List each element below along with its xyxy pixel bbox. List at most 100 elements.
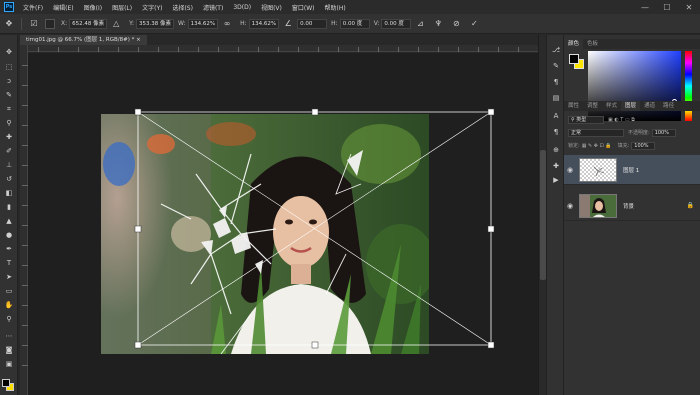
blur-tool-icon[interactable]: ▲ [3,216,15,226]
tab-adjustments[interactable]: 调整 [583,101,602,111]
menu-layer[interactable]: 图层(L) [107,3,137,12]
tab-properties[interactable]: 属性 [564,101,583,111]
type-tool-icon[interactable]: T [3,258,15,268]
brush-tool-icon[interactable]: ✐ [3,146,15,156]
eraser-tool-icon[interactable]: ◧ [3,188,15,198]
marquee-tool-icon[interactable]: ⬚ [3,62,15,72]
menu-select[interactable]: 选择(S) [167,3,198,12]
cancel-transform-icon[interactable]: ⊘ [450,18,462,30]
zoom-tool-icon[interactable]: ⚲ [3,314,15,324]
tab-channels[interactable]: 通道 [640,101,659,111]
width-field[interactable]: 134.62% [187,18,219,29]
menu-3d[interactable]: 3D(D) [228,4,256,11]
layer-row[interactable]: ◉ 背景 🔒 [564,191,700,221]
y-position-field[interactable]: 353.38 像素 [136,18,175,29]
lock-icons[interactable]: ▦ ✎ ✥ ⊡ 🔒 [582,143,612,149]
opacity-field[interactable]: 100% [651,128,676,137]
brush-settings-icon[interactable]: ✎ [551,61,561,71]
checkbox-icon[interactable]: ☑ [28,18,40,30]
layer-kind-filter[interactable]: ⚲ 类型 [568,115,604,124]
move-tool-icon[interactable]: ✥ [3,18,15,30]
tab-paths[interactable]: 路径 [659,101,678,111]
clone-stamp-tool-icon[interactable]: ⊥ [3,160,15,170]
document-tab-bar: timg01.jpg @ 66.7% (图层 1, RGB/8#) * × [20,35,538,45]
warp-icon[interactable]: ♆ [432,18,444,30]
tab-layers[interactable]: 图层 [621,101,641,111]
quick-select-tool-icon[interactable]: ✎ [3,90,15,100]
filter-icons[interactable]: ▣ ◐ T ▭ ⧉ [608,117,635,123]
crop-tool-icon[interactable]: ⌗ [3,104,15,114]
eye-icon[interactable]: ◉ [564,166,576,174]
x-position-field[interactable]: 652.48 像素 [69,18,108,29]
tab-styles[interactable]: 样式 [602,101,621,111]
layer-name[interactable]: 背景 [623,202,634,210]
transform-bounding-box[interactable] [28,53,538,395]
glyphs-icon[interactable]: ⊕ [551,145,561,155]
quick-mask-icon[interactable]: ◙ [3,345,15,355]
info-icon[interactable]: ✚ [551,161,561,171]
commit-transform-icon[interactable]: ✓ [468,18,480,30]
document-tab[interactable]: timg01.jpg @ 66.7% (图层 1, RGB/8#) * × [20,35,147,45]
more-tools-icon[interactable]: ⋯ [3,331,15,341]
paragraph-icon[interactable]: ¶ [551,77,561,87]
v-skew-field[interactable]: 0.00 度 [381,18,412,29]
color-panel-tabs: 颜色 色板 [564,39,700,49]
actions-icon[interactable]: ▶ [551,175,561,185]
menu-window[interactable]: 窗口(W) [287,3,320,12]
close-button[interactable]: ✕ [678,3,700,12]
lock-icon: 🔒 [686,202,694,209]
vertical-scrollbar[interactable] [538,35,546,395]
blend-mode-select[interactable]: 正常 [568,128,624,137]
tools-panel: ✥ ⬚ ↄ ✎ ⌗ ⚲ ✚ ✐ ⊥ ↺ ◧ ▮ ▲ ● ✒ T ➤ ▭ ✋ ⚲ … [0,35,18,395]
hand-tool-icon[interactable]: ✋ [3,300,15,310]
tab-color[interactable]: 颜色 [564,39,584,49]
paragraph-style-icon[interactable]: ¶ [551,127,561,137]
character-icon[interactable]: A [551,111,561,121]
minimize-button[interactable]: — [634,3,656,12]
h-skew-field[interactable]: 0.00 度 [339,18,370,29]
close-tab-icon[interactable]: × [136,37,141,43]
path-select-tool-icon[interactable]: ➤ [3,272,15,282]
screen-mode-icon[interactable]: ▣ [3,359,15,369]
canvas-area[interactable] [28,53,538,395]
h-label: H: [240,20,247,27]
lock-label: 锁定: [568,143,580,149]
move-tool-icon[interactable]: ✥ [3,47,15,57]
maximize-button[interactable]: ☐ [656,3,678,12]
foreground-color-swatch[interactable] [2,379,10,387]
v-skew-label: V: [373,20,380,27]
height-field[interactable]: 134.62% [248,18,280,29]
menu-image[interactable]: 图像(I) [79,3,107,12]
healing-brush-tool-icon[interactable]: ✚ [3,132,15,142]
angle-field[interactable]: 0.00 [297,18,328,29]
x-label: X: [61,20,68,27]
layer-name[interactable]: 图层 1 [623,166,639,174]
gradient-tool-icon[interactable]: ▮ [3,202,15,212]
tab-swatches[interactable]: 色板 [583,39,602,49]
dodge-tool-icon[interactable]: ● [3,230,15,240]
menu-file[interactable]: 文件(F) [18,3,48,12]
properties-icon[interactable]: ▤ [551,93,561,103]
y-label: Y: [129,20,135,27]
eyedropper-tool-icon[interactable]: ⚲ [3,118,15,128]
shape-tool-icon[interactable]: ▭ [3,286,15,296]
color-panel-foreground[interactable] [569,54,579,64]
menu-edit[interactable]: 编辑(E) [48,3,78,12]
reference-point-icon[interactable] [45,18,55,29]
history-icon[interactable]: ⎇ [551,45,561,55]
menu-help[interactable]: 帮助(H) [320,3,351,12]
link-icon[interactable]: ∞ [221,18,233,30]
menu-view[interactable]: 视图(V) [256,3,287,12]
layer-row[interactable]: ◉ 图层 1 [564,155,700,185]
lasso-tool-icon[interactable]: ↄ [3,76,15,86]
pen-tool-icon[interactable]: ✒ [3,244,15,254]
cracked-glass-thumbnail [593,166,605,176]
delta-icon[interactable]: △ [110,18,122,30]
menu-filter[interactable]: 滤镜(T) [198,3,228,12]
menu-type[interactable]: 文字(Y) [137,3,167,12]
eye-icon[interactable]: ◉ [564,202,576,210]
interpolation-icon[interactable]: ⊿ [414,18,426,30]
history-brush-tool-icon[interactable]: ↺ [3,174,15,184]
fill-field[interactable]: 100% [631,141,656,150]
portrait-thumbnail [580,194,616,217]
